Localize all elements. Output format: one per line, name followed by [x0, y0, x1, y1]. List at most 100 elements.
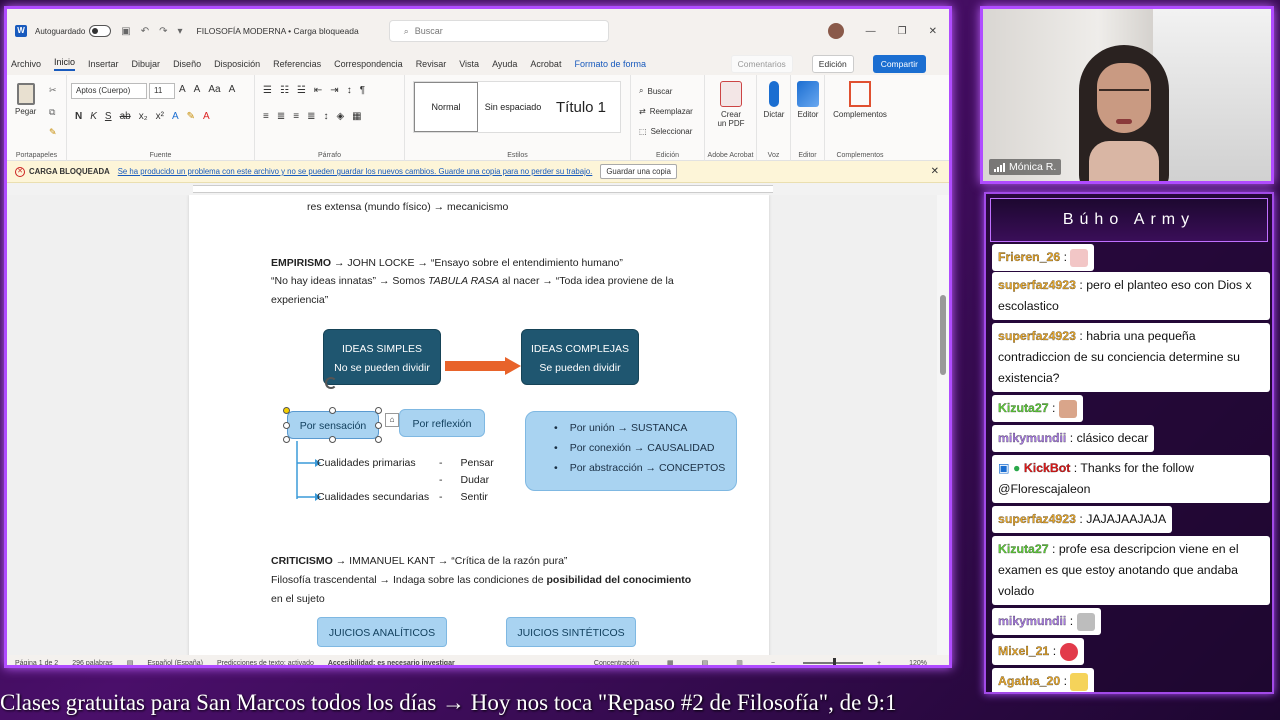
focus-mode[interactable]: Concentración [594, 660, 639, 666]
zoom-out-icon[interactable]: − [771, 660, 775, 666]
customize-qat-icon[interactable]: ▾ [178, 26, 183, 37]
tab-ayuda[interactable]: Ayuda [492, 59, 517, 69]
text-predictions[interactable]: Predicciones de texto: activado [217, 660, 314, 666]
tab-referencias[interactable]: Referencias [273, 59, 321, 69]
por-sensacion-node[interactable]: Por sensación [287, 411, 379, 439]
undo-icon[interactable]: ↶ [141, 26, 149, 37]
zoom-slider[interactable] [803, 658, 863, 665]
shading-icon[interactable]: ◈ [336, 111, 344, 122]
ideas-simples-node[interactable]: IDEAS SIMPLES No se pueden dividir [323, 329, 441, 385]
change-case-icon[interactable]: Aa [208, 84, 220, 95]
increase-indent-icon[interactable]: ⇥ [330, 85, 338, 96]
ideas-complejas-node[interactable]: IDEAS COMPLEJAS Se pueden dividir [521, 329, 639, 385]
read-mode-icon[interactable]: ▦ [667, 659, 674, 665]
tab-acrobat[interactable]: Acrobat [530, 59, 561, 69]
juicios-analiticos-node[interactable]: JUICIOS ANALÍTICOS [317, 617, 447, 647]
paste-button[interactable]: Pegar [15, 83, 36, 116]
copy-icon[interactable]: ⧉ [49, 107, 55, 118]
save-copy-button[interactable]: Guardar una copia [600, 164, 677, 179]
create-pdf-button[interactable]: Crear un PDF [711, 81, 751, 128]
minimize-icon[interactable]: — [866, 26, 876, 37]
language[interactable]: Español (España) [147, 660, 203, 666]
resize-handle[interactable] [375, 407, 382, 414]
underline-icon[interactable]: S [105, 111, 112, 122]
tab-formato-de-forma[interactable]: Formato de forma [574, 59, 646, 69]
italic-icon[interactable]: K [90, 111, 97, 122]
editor-button[interactable]: Editor [793, 81, 823, 119]
tab-archivo[interactable]: Archivo [11, 59, 41, 69]
format-painter-icon[interactable]: ✎ [49, 127, 57, 138]
subscript-icon[interactable]: x₂ [139, 111, 148, 122]
por-reflexion-node[interactable]: Por reflexión [399, 409, 485, 437]
restore-icon[interactable]: ❐ [898, 26, 907, 37]
account-avatar[interactable] [827, 23, 844, 39]
vertical-scrollbar[interactable] [937, 195, 949, 655]
addins-button[interactable]: Complementos [829, 81, 891, 119]
redo-icon[interactable]: ↷ [159, 26, 167, 37]
font-color-icon[interactable]: A [203, 111, 210, 122]
align-right-icon[interactable]: ≡ [293, 111, 299, 122]
borders-icon[interactable]: ▦ [352, 111, 361, 122]
multilevel-list-icon[interactable]: ☱ [297, 85, 306, 96]
resize-handle[interactable] [375, 436, 382, 443]
resize-handle[interactable] [283, 436, 290, 443]
numbering-icon[interactable]: ☷ [280, 85, 289, 96]
text-effects-icon[interactable]: A [172, 111, 179, 122]
line-spacing-icon[interactable]: ↕ [323, 111, 328, 122]
word-count[interactable]: 296 palabras [72, 660, 112, 666]
tab-insertar[interactable]: Insertar [88, 59, 119, 69]
style-titulo-1[interactable]: Título 1 [548, 82, 614, 132]
close-icon[interactable]: ✕ [929, 26, 937, 37]
clear-formatting-icon[interactable]: A [229, 84, 236, 95]
proofing-icon[interactable]: ▤ [127, 659, 134, 665]
share-button[interactable]: Compartir [872, 55, 926, 73]
select-button[interactable]: ⬚ Seleccionar [639, 121, 693, 141]
juicios-sinteticos-node[interactable]: JUICIOS SINTÉTICOS [506, 617, 636, 647]
zoom-level[interactable]: 120% [909, 660, 927, 666]
bold-icon[interactable]: N [75, 111, 82, 122]
search-input[interactable]: ⌕ Buscar [388, 20, 609, 42]
resize-handle[interactable] [283, 407, 290, 414]
bullets-icon[interactable]: ☰ [263, 85, 272, 96]
tab-disposicion[interactable]: Disposición [214, 59, 260, 69]
align-left-icon[interactable]: ≡ [263, 111, 269, 122]
dictate-button[interactable]: Dictar [759, 81, 789, 119]
font-name-select[interactable]: Aptos (Cuerpo) [71, 83, 147, 99]
show-marks-icon[interactable]: ¶ [360, 85, 365, 96]
tab-revisar[interactable]: Revisar [416, 59, 447, 69]
document-page[interactable]: res extensa (mundo físico) → mecanicismo… [189, 195, 769, 655]
close-warning-icon[interactable]: ✕ [931, 166, 939, 177]
print-layout-icon[interactable]: ▤ [702, 659, 709, 665]
cut-icon[interactable]: ✂ [49, 85, 57, 96]
tab-diseno[interactable]: Diseño [173, 59, 201, 69]
tab-inicio[interactable]: Inicio [54, 57, 76, 71]
resize-handle[interactable] [283, 422, 290, 429]
justify-icon[interactable]: ≣ [307, 111, 315, 122]
grow-font-icon[interactable]: A [179, 84, 186, 95]
tab-dibujar[interactable]: Dibujar [132, 59, 161, 69]
scroll-thumb[interactable] [940, 295, 946, 375]
font-size-select[interactable]: 11 [149, 83, 175, 99]
decrease-indent-icon[interactable]: ⇤ [314, 85, 322, 96]
sort-icon[interactable]: ↕ [347, 85, 352, 96]
resize-handle[interactable] [329, 407, 336, 414]
strikethrough-icon[interactable]: ab [120, 111, 131, 122]
editing-mode-button[interactable]: Edición [811, 55, 854, 73]
layout-options-icon[interactable]: ⌂ [385, 413, 399, 427]
autosave-toggle[interactable] [89, 25, 112, 37]
resize-handle[interactable] [375, 422, 382, 429]
page-count[interactable]: Página 1 de 2 [15, 660, 58, 666]
tab-vista[interactable]: Vista [459, 59, 479, 69]
style-sin-espaciado[interactable]: Sin espaciado [480, 82, 546, 132]
complejas-detail-box[interactable]: Por unión → SUSTANCA Por conexión → CAUS… [525, 411, 737, 491]
tab-correspondencia[interactable]: Correspondencia [334, 59, 403, 69]
comments-button[interactable]: Comentarios [730, 55, 793, 73]
accessibility-status[interactable]: Accesibilidad: es necesario investigar [328, 660, 455, 666]
shrink-font-icon[interactable]: A [194, 84, 201, 95]
document-title[interactable]: FILOSOFÍA MODERNA • Carga bloqueada [197, 26, 359, 36]
superscript-icon[interactable]: x² [156, 111, 164, 122]
resize-handle[interactable] [329, 436, 336, 443]
align-center-icon[interactable]: ≣ [277, 111, 285, 122]
find-button[interactable]: ⌕ Buscar [639, 81, 693, 101]
style-normal[interactable]: Normal [414, 82, 478, 132]
